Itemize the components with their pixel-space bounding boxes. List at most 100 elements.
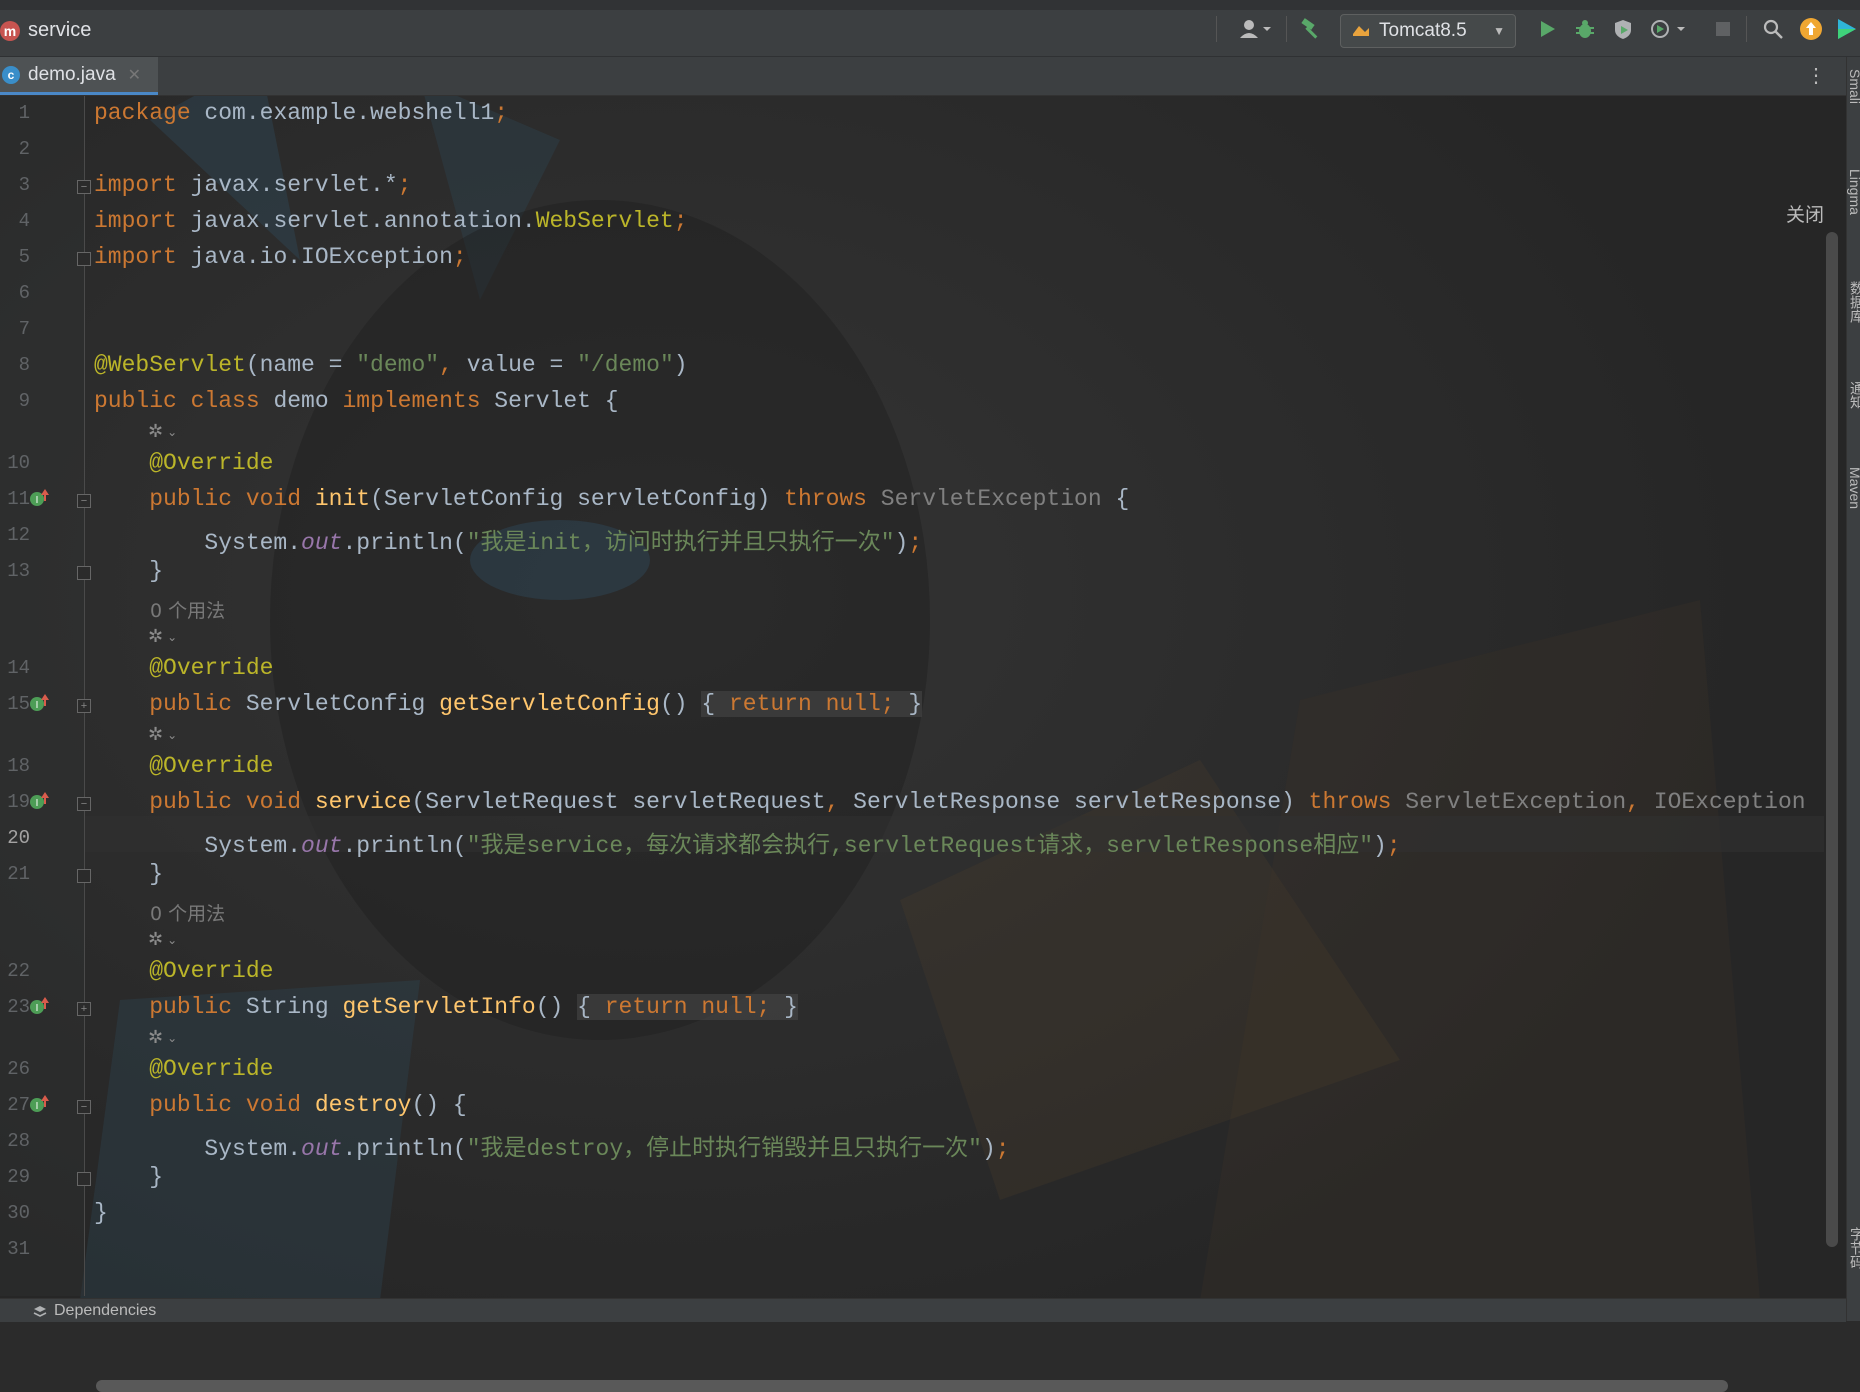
line-number: 12 (7, 524, 30, 546)
code-line-12: System.out.println("我是init，访问时执行并且只执行一次"… (94, 530, 923, 556)
svg-text:I: I (36, 1101, 39, 1112)
tab-label: demo.java (28, 63, 116, 85)
run-icon (1541, 21, 1555, 37)
line-number: 29 (7, 1166, 30, 1188)
project-selector[interactable]: m service (0, 19, 91, 42)
override-icon[interactable]: I (28, 995, 50, 1017)
tab-demo-java[interactable]: c demo.java ✕ (0, 57, 158, 95)
window-top-edge (0, 0, 1860, 10)
search-everywhere-button[interactable] (1758, 14, 1788, 44)
fold-icon[interactable] (77, 566, 91, 580)
code-line-4: import javax.servlet.annotation.WebServl… (94, 208, 688, 234)
fold-icon[interactable] (77, 1172, 91, 1186)
code-line-3: import javax.servlet.*; (94, 172, 412, 198)
line-number: 6 (18, 282, 30, 304)
build-button[interactable] (1296, 14, 1326, 44)
code-line-27: public void destroy() { (149, 1092, 467, 1118)
line-number: 15 (7, 693, 30, 715)
dependencies-tool-button[interactable]: Dependencies (32, 1302, 156, 1320)
ai-lens-icon[interactable]: ✲ ⌄ (148, 626, 177, 647)
code-line-9: public class demo implements Servlet { (94, 388, 619, 414)
run-configuration-selector[interactable]: Tomcat8.5 ▼ (1340, 14, 1516, 48)
line-number: 18 (7, 755, 30, 777)
fold-icon[interactable] (77, 252, 91, 266)
fold-icon[interactable]: − (77, 494, 91, 508)
line-number: 30 (7, 1202, 30, 1224)
fold-icon[interactable]: − (77, 180, 91, 194)
code-line-26: @Override (149, 1056, 274, 1082)
code-line-28: System.out.println("我是destroy，停止时执行销毁并且只… (94, 1136, 1010, 1162)
ai-lens-icon[interactable]: ✲ ⌄ (148, 724, 177, 745)
override-icon[interactable]: I (28, 790, 50, 812)
code-line-22: @Override (149, 958, 274, 984)
line-number: 19 (7, 791, 30, 813)
plugin-icon (1838, 19, 1856, 39)
code-line-8: @WebServlet(name = "demo", value = "/dem… (94, 352, 688, 378)
line-number: 27 (7, 1094, 30, 1116)
tool-window-smali[interactable]: Smali (1847, 69, 1860, 104)
vcs-user-button[interactable] (1232, 14, 1278, 44)
line-number: 5 (18, 246, 30, 268)
fold-icon[interactable] (77, 869, 91, 883)
editor-tab-bar: c demo.java ✕ ⋮ (0, 57, 1860, 96)
coverage-button[interactable] (1608, 14, 1638, 44)
fold-icon[interactable]: − (77, 797, 91, 811)
tool-window-maven[interactable]: Maven (1847, 467, 1860, 509)
debug-icon (1576, 20, 1594, 38)
user-icon (1240, 20, 1271, 38)
code-line-29: } (94, 1164, 164, 1190)
horizontal-scrollbar[interactable] (96, 1380, 1728, 1392)
code-line-14: @Override (149, 655, 274, 681)
plugin-button[interactable] (1834, 14, 1860, 44)
line-number: 9 (18, 390, 30, 412)
fold-icon[interactable]: − (77, 1100, 91, 1114)
override-icon[interactable]: I (28, 692, 50, 714)
reader-mode-close-button[interactable]: 关闭 (1786, 200, 1824, 227)
ide-update-button[interactable] (1796, 14, 1826, 44)
fold-icon[interactable]: + (77, 1002, 91, 1016)
stop-icon (1716, 22, 1730, 36)
toolbar-divider (1746, 16, 1747, 42)
line-number: 1 (18, 102, 30, 124)
code-line-21: } (94, 861, 164, 887)
toolbar-divider (1286, 16, 1287, 42)
chevron-down-icon: ▼ (1493, 24, 1505, 38)
code-line-19: public void service(ServletRequest servl… (149, 789, 1806, 815)
ai-lens-icon[interactable]: ✲ ⌄ (148, 421, 177, 442)
code-line-10: @Override (149, 450, 274, 476)
tool-window-lingma[interactable]: Lingma (1847, 169, 1860, 215)
vertical-scrollbar[interactable] (1826, 232, 1838, 1247)
svg-text:I: I (36, 798, 39, 809)
ai-lens-icon[interactable]: ✲ ⌄ (148, 929, 177, 950)
override-icon[interactable]: I (28, 1093, 50, 1115)
override-icon[interactable]: I (28, 487, 50, 509)
more-icon[interactable]: ⋮ (1806, 63, 1826, 88)
debug-button[interactable] (1570, 14, 1600, 44)
line-number: 2 (18, 138, 30, 160)
svg-text:I: I (36, 1003, 39, 1014)
tool-window-bytecode[interactable]: 字节码 (1847, 1227, 1860, 1269)
dependencies-icon (33, 1306, 47, 1317)
usages-hint[interactable]: 0 个用法 (150, 596, 225, 623)
close-icon[interactable]: ✕ (128, 65, 141, 85)
line-number: 31 (7, 1238, 30, 1260)
bottom-tool-bar: Dependencies (0, 1298, 1846, 1322)
ai-lens-icon[interactable]: ✲ ⌄ (148, 1027, 177, 1048)
usages-hint[interactable]: 0 个用法 (150, 899, 225, 926)
update-icon (1800, 18, 1822, 40)
code-line-5: import java.io.IOException; (94, 244, 467, 270)
toolbar-divider (1216, 16, 1217, 42)
dependencies-label: Dependencies (54, 1302, 157, 1319)
svg-text:I: I (36, 495, 39, 506)
run-button[interactable] (1532, 14, 1562, 44)
code-line-1: package com.example.webshell1; (94, 100, 509, 126)
editor-gutter: 1 2 3 4 5 6 7 8 9 10 11 12 13 14 15 18 1… (0, 96, 91, 1296)
code-line-18: @Override (149, 753, 274, 779)
line-number: 22 (7, 960, 30, 982)
code-editor[interactable]: 1 2 3 4 5 6 7 8 9 10 11 12 13 14 15 18 1… (0, 96, 1846, 1392)
tool-window-database[interactable]: 数据库 (1847, 281, 1860, 323)
profile-button[interactable] (1646, 14, 1692, 44)
fold-icon[interactable]: + (77, 699, 91, 713)
stop-button[interactable] (1708, 14, 1738, 44)
tool-window-notifications[interactable]: 通知 (1847, 381, 1860, 409)
